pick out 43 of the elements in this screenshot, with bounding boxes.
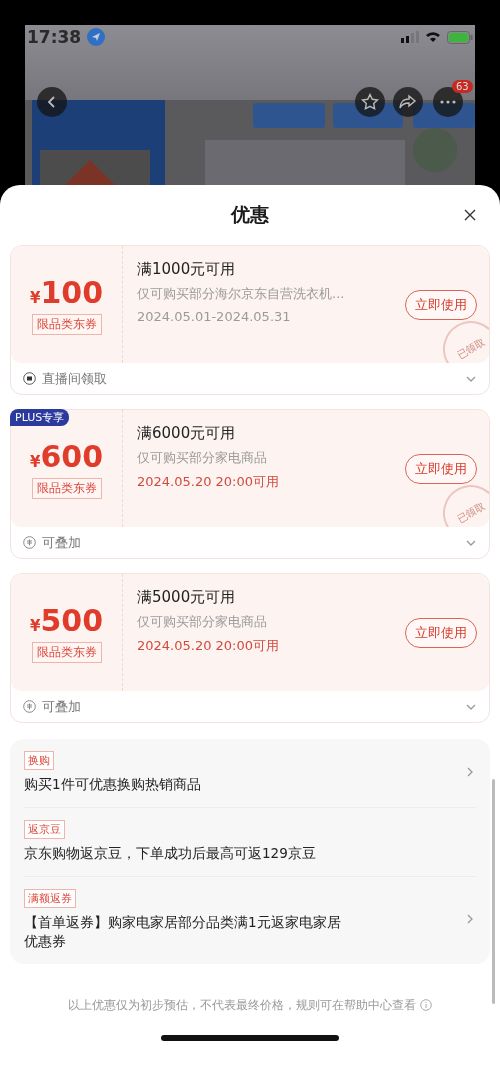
plus-badge: PLUS专享 xyxy=(10,409,70,426)
coupon-tag: 限品类东券 xyxy=(31,313,102,335)
coupon-source: 直播间领取 xyxy=(42,369,107,388)
coupon-description: 仅可购买部分家电商品 xyxy=(137,449,268,467)
coupon-description: 仅可购买部分海尔京东自营洗衣机... xyxy=(137,285,346,303)
info-icon xyxy=(420,999,432,1012)
location-icon xyxy=(87,28,106,46)
promotion-text: 京东购物返京豆，下单成功后最高可返129京豆 xyxy=(24,844,316,863)
more-icon xyxy=(440,100,456,104)
coupon-date: 2024.05.20 20:00可用 xyxy=(137,637,281,655)
promotion-tag: 返京豆 xyxy=(24,820,65,840)
promotion-text: 购买1件可优惠换购热销商品 xyxy=(24,775,201,794)
coupon-description: 仅可购买部分家电商品 xyxy=(137,613,268,631)
coupon-date: 2024.05.01-2024.05.31 xyxy=(137,309,292,324)
promotion-tag: 满额返券 xyxy=(24,889,76,909)
coupon-title: 满6000元可用 xyxy=(137,424,237,443)
sheet-title: 优惠 xyxy=(231,202,269,227)
use-now-button[interactable]: 立即使用 xyxy=(405,453,477,484)
star-icon xyxy=(361,93,379,111)
coupon-tag: 限品类东券 xyxy=(31,477,102,499)
promotion-text: 【首单返券】购家电家居部分品类满1元返家电家居优惠券 xyxy=(24,913,342,950)
coupon-title: 满5000元可用 xyxy=(137,588,237,607)
promotion-tag: 换购 xyxy=(24,751,54,770)
coupon-amount: ¥600 xyxy=(29,438,104,474)
coupon-source: 可叠加 xyxy=(42,697,81,716)
signal-icon xyxy=(401,31,419,43)
stack-icon xyxy=(23,536,36,549)
coupon-amount: ¥500 xyxy=(29,602,104,638)
use-now-button[interactable]: 立即使用 xyxy=(405,617,477,648)
use-now-button[interactable]: 立即使用 xyxy=(405,289,477,320)
coupon-tag: 限品类东券 xyxy=(31,641,102,663)
coupon-date: 2024.05.20 20:00可用 xyxy=(137,473,281,491)
battery-icon xyxy=(447,30,473,44)
wifi-icon xyxy=(425,31,441,43)
status-time: 17:38 xyxy=(27,27,82,47)
share-icon xyxy=(399,94,417,110)
coupon-amount: ¥100 xyxy=(29,274,104,310)
stack-icon xyxy=(23,700,36,713)
disclaimer-text: 以上优惠仅为初步预估，不代表最终价格，规则可在帮助中心查看 xyxy=(68,997,416,1013)
live-icon xyxy=(23,372,36,385)
coupon-source: 可叠加 xyxy=(42,533,81,552)
back-icon xyxy=(46,95,58,109)
coupon-title: 满1000元可用 xyxy=(137,260,237,279)
